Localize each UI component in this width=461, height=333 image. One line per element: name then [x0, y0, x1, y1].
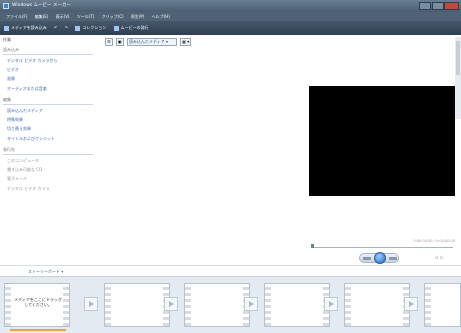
window-title: Windows ムービー メーカー — [12, 3, 71, 8]
clip-slot[interactable] — [264, 283, 330, 327]
tasks-pane: 作業 読み込み デジタル ビデオ カメラから ビデオ 画像 オーディオまたは音楽… — [0, 35, 95, 265]
task-link[interactable]: ビデオ — [7, 67, 93, 73]
clip-slot[interactable]: メディアをここにドラッグしてください。 — [4, 283, 70, 331]
storyboard-toggle[interactable]: ストーリーボード — [28, 269, 60, 274]
task-section-title[interactable]: 発行先 — [3, 147, 93, 155]
task-link[interactable]: 切り替え効果 — [7, 126, 93, 132]
clip-slot[interactable] — [184, 283, 250, 327]
task-section-title[interactable]: 編集 — [3, 97, 93, 105]
transition-slot[interactable] — [324, 297, 338, 311]
collection-icon — [75, 25, 81, 31]
menu-edit[interactable]: 編集(E) — [35, 14, 49, 19]
tasks-header: 作業 — [3, 37, 11, 42]
app-icon — [3, 3, 9, 9]
clip-slot[interactable] — [344, 283, 410, 327]
playback-controls — [359, 252, 399, 264]
play-icon[interactable] — [374, 252, 386, 264]
scrollbar-thumb[interactable] — [456, 41, 460, 75]
snapshot-icon[interactable]: ⊡ — [440, 255, 443, 260]
publish-icon — [113, 25, 119, 31]
task-link[interactable]: デジタル ビデオ カメラ — [7, 186, 93, 192]
preview-screen — [309, 86, 455, 196]
publish-button[interactable]: ムービーの発行 — [113, 21, 149, 35]
task-link[interactable]: 画像 — [7, 76, 93, 82]
transition-slot[interactable] — [84, 297, 98, 311]
task-link[interactable]: タイトルおよびクレジット — [7, 136, 93, 142]
toolbar: メディアを読み込み ↶ ↷ コレクション ムービーの発行 — [0, 21, 461, 35]
close-button[interactable] — [444, 2, 459, 10]
task-link[interactable]: 電子メール — [7, 176, 93, 182]
transition-slot[interactable] — [244, 297, 258, 311]
storyboard-header: ストーリーボード ▾ — [0, 265, 461, 276]
task-link[interactable]: 書き込み可能な CD — [7, 167, 93, 173]
seek-slider[interactable] — [311, 245, 453, 248]
import-media-button[interactable]: メディアを読み込み — [4, 21, 47, 35]
media-icon — [4, 25, 9, 31]
next-frame-button[interactable] — [389, 257, 397, 260]
seek-slider-thumb[interactable] — [311, 244, 314, 248]
title-bar: Windows ムービー メーカー — [0, 0, 461, 12]
drop-hint: メディアをここにドラッグしてください。 — [14, 297, 62, 307]
task-section-edit: 編集 読み込んだメディア 特殊効果 切り替え効果 タイトルおよびクレジット — [3, 97, 93, 145]
redo-button[interactable]: ↷ — [65, 21, 68, 35]
split-icon[interactable]: ⊟ — [435, 255, 438, 260]
storyboard: メディアをここにドラッグしてください。 — [0, 276, 461, 333]
maximize-button[interactable] — [432, 2, 444, 10]
monitor-extra-buttons: ⊟ ⊡ — [435, 255, 443, 260]
menu-bar: ファイル(F) 編集(E) 表示(V) ツール(T) クリップ(C) 再生(P)… — [0, 12, 461, 21]
menu-view[interactable]: 表示(V) — [56, 14, 70, 19]
task-link[interactable]: 読み込んだメディア — [7, 108, 93, 114]
collection-dropdown[interactable]: 読み込んだメディア ▾ — [126, 38, 177, 46]
undo-button[interactable]: ↶ — [54, 21, 57, 35]
insertion-marker — [10, 329, 66, 331]
menu-play[interactable]: 再生(P) — [131, 14, 145, 19]
menu-file[interactable]: ファイル(F) — [6, 14, 27, 19]
menu-clip[interactable]: クリップ(C) — [102, 14, 124, 19]
task-link[interactable]: オーディオまたは音楽 — [7, 86, 93, 92]
collection-pane: ☰ ▣ 読み込んだメディア ▾ ▦ ▾ — [95, 35, 307, 265]
task-section-publish: 発行先 このコンピュータ 書き込み可能な CD 電子メール デジタル ビデオ カ… — [3, 147, 93, 195]
scrollbar[interactable] — [455, 37, 461, 119]
minimize-button[interactable] — [419, 2, 431, 10]
clip-slot[interactable] — [104, 283, 170, 327]
task-link[interactable]: デジタル ビデオ カメラから — [7, 58, 93, 64]
task-link[interactable]: このコンピュータ — [7, 158, 93, 164]
folder-icon[interactable]: ▣ — [115, 38, 124, 46]
tasks-toggle-button[interactable]: ☰ — [105, 38, 113, 46]
clip-slot[interactable] — [424, 283, 461, 327]
collection-button[interactable]: コレクション — [75, 21, 106, 35]
task-section-title[interactable]: 読み込み — [3, 47, 93, 55]
preview-monitor: 0:00:00.00 / 0:00:00.00 ⊟ ⊡ — [307, 35, 461, 265]
transition-slot[interactable] — [404, 297, 418, 311]
collection-toolbar: ☰ ▣ 読み込んだメディア ▾ ▦ ▾ — [105, 38, 193, 46]
task-section-import: 読み込み デジタル ビデオ カメラから ビデオ 画像 オーディオまたは音楽 — [3, 47, 93, 95]
menu-tools[interactable]: ツール(T) — [77, 14, 95, 19]
transition-slot[interactable] — [164, 297, 178, 311]
view-options-button[interactable]: ▦ ▾ — [180, 38, 192, 46]
task-link[interactable]: 特殊効果 — [7, 117, 93, 123]
timecode: 0:00:00.00 / 0:00:00.00 — [413, 239, 455, 243]
previous-frame-button[interactable] — [363, 257, 371, 260]
menu-help[interactable]: ヘルプ(H) — [152, 14, 170, 19]
